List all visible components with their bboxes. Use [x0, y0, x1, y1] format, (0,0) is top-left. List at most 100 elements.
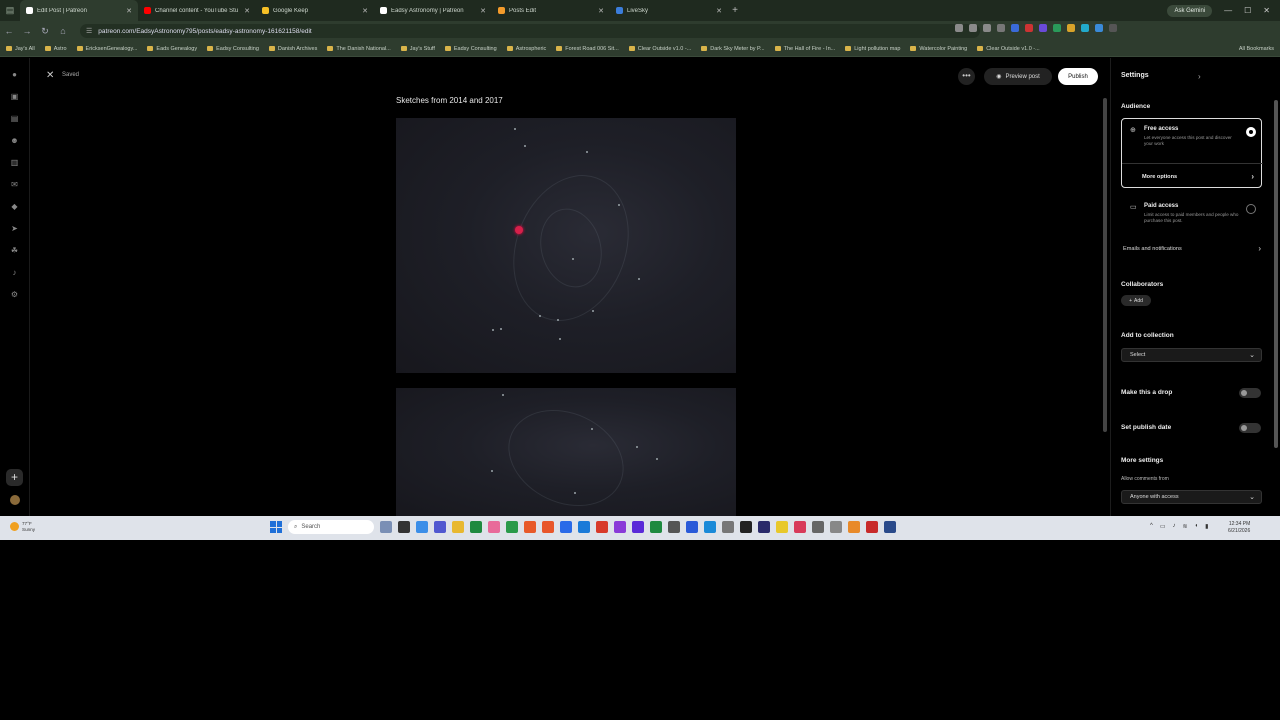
extension-icon[interactable] — [1081, 24, 1089, 32]
copilot-icon[interactable] — [416, 521, 428, 533]
allow-comments-select[interactable]: Anyone with access ⌄ — [1121, 490, 1262, 504]
editor-scrollbar[interactable] — [1102, 92, 1108, 516]
extension-icon[interactable] — [1067, 24, 1075, 32]
back-icon[interactable]: ← — [0, 26, 18, 36]
app-icon[interactable] — [794, 521, 806, 533]
task-view-icon[interactable] — [398, 521, 410, 533]
bookmark-item[interactable]: EricksenGenealogy... — [76, 46, 137, 52]
maximize-icon[interactable]: ☐ — [1244, 6, 1251, 15]
widgets-icon[interactable] — [380, 521, 392, 533]
bookmark-item[interactable]: The Danish National... — [327, 46, 391, 52]
zoom-app-icon[interactable] — [560, 521, 572, 533]
star-icon[interactable] — [983, 24, 991, 32]
bookmark-item[interactable]: Dark Sky Meter by P... — [701, 46, 765, 52]
close-tab-icon[interactable]: ✕ — [362, 7, 368, 15]
app-icon[interactable] — [848, 521, 860, 533]
promotions-icon[interactable]: ➤ — [10, 224, 19, 233]
library-icon[interactable]: ▤ — [10, 114, 19, 123]
bookmark-item[interactable]: Astro — [44, 46, 67, 52]
bookmark-item[interactable]: Forest Road 006 Sit... — [556, 46, 619, 52]
add-collaborator-button[interactable]: + Add — [1121, 295, 1151, 306]
wifi-icon[interactable]: ≋ — [1183, 523, 1188, 530]
reload-icon[interactable]: ↻ — [36, 26, 54, 37]
steam-icon[interactable] — [884, 521, 896, 533]
taskbar-search[interactable]: ⌕ Search — [288, 520, 374, 534]
app-icon[interactable] — [668, 521, 680, 533]
extension-icon[interactable] — [1053, 24, 1061, 32]
patreon-logo-icon[interactable]: ● — [10, 70, 19, 79]
tab-google-keep[interactable]: Google Keep ✕ — [256, 0, 374, 21]
puzzle-icon[interactable] — [1109, 24, 1117, 32]
app-icon[interactable] — [866, 521, 878, 533]
paid-access-radio[interactable] — [1246, 204, 1256, 214]
bookmark-item[interactable]: Eadsy Consulting — [444, 46, 497, 52]
forward-icon[interactable]: → — [18, 26, 36, 36]
app-icon[interactable] — [632, 521, 644, 533]
sketch-image-1[interactable] — [396, 118, 736, 373]
outlook-icon[interactable] — [578, 521, 590, 533]
weather-widget[interactable]: 77°F Sunny — [10, 521, 35, 532]
close-tab-icon[interactable]: ✕ — [480, 7, 486, 15]
volume-icon[interactable]: ◖ — [1195, 523, 1199, 530]
settings-gear-icon[interactable]: ⚙ — [10, 290, 19, 299]
tab-youtube-studio[interactable]: Channel content - YouTube Stu ✕ — [138, 0, 256, 21]
more-actions-button[interactable]: ••• — [958, 68, 975, 85]
scrollbar-thumb[interactable] — [1103, 98, 1107, 432]
paid-access-card[interactable]: ▭ Paid access Limit access to paid membe… — [1121, 195, 1262, 235]
avatar[interactable] — [10, 495, 20, 505]
app-icon[interactable] — [686, 521, 698, 533]
settings-scrollbar[interactable] — [1273, 92, 1279, 516]
app-icon[interactable] — [596, 521, 608, 533]
edge-icon[interactable] — [704, 521, 716, 533]
bookmark-item[interactable]: The Hall of Fire - In... — [774, 46, 835, 52]
file-explorer-icon[interactable] — [452, 521, 464, 533]
windows-start-icon[interactable] — [270, 521, 282, 533]
app-icon[interactable] — [470, 521, 482, 533]
app-icon[interactable] — [740, 521, 752, 533]
close-window-icon[interactable]: ✕ — [1263, 6, 1270, 15]
tab-posts-edit[interactable]: Posts Edit ✕ — [492, 0, 610, 21]
bookmark-item[interactable]: Clear Outside v1.0 -... — [628, 46, 691, 52]
close-tab-icon[interactable]: ✕ — [598, 7, 604, 15]
bookmark-item[interactable]: Danish Archives — [268, 46, 317, 52]
teams-icon[interactable] — [434, 521, 446, 533]
bookmark-item[interactable]: Jay's All — [6, 46, 35, 52]
app-icon[interactable] — [812, 521, 824, 533]
messages-icon[interactable]: ✉ — [10, 180, 19, 189]
mic-icon[interactable]: ♪ — [1173, 523, 1176, 530]
battery-icon[interactable]: ▮ — [1205, 523, 1208, 530]
create-button[interactable]: + — [6, 469, 23, 486]
eye-off-icon[interactable] — [969, 24, 977, 32]
bookmark-item[interactable]: Watercolor Painting — [910, 46, 967, 52]
insights-icon[interactable]: ▥ — [10, 158, 19, 167]
extension-icon[interactable] — [1039, 24, 1047, 32]
url-field[interactable]: ☰ patreon.com/EadsyAstronomy795/posts/ea… — [80, 24, 980, 38]
extension-icon[interactable] — [1011, 24, 1019, 32]
app-icon[interactable] — [722, 521, 734, 533]
bookmark-item[interactable]: Eads Genealogy — [147, 46, 197, 52]
close-editor-icon[interactable]: ✕ — [46, 70, 54, 81]
site-info-icon[interactable]: ☰ — [86, 27, 92, 35]
tab-eadsy-astronomy[interactable]: Eadsy Astronomy | Patreon ✕ — [374, 0, 492, 21]
dashboard-icon[interactable]: ▣ — [10, 92, 19, 101]
minimize-icon[interactable]: — — [1224, 6, 1232, 15]
post-title[interactable]: Sketches from 2014 and 2017 — [396, 96, 503, 105]
make-drop-toggle[interactable] — [1239, 388, 1261, 398]
publish-date-toggle[interactable] — [1239, 423, 1261, 433]
bookmark-item[interactable]: Eadsy Consulting — [207, 46, 259, 52]
tab-edit-post[interactable]: Edit Post | Patreon ✕ — [20, 0, 138, 21]
app-icon[interactable] — [488, 521, 500, 533]
all-bookmarks-button[interactable]: All Bookmarks — [1239, 41, 1274, 57]
ask-gemini-button[interactable]: Ask Gemini — [1167, 4, 1213, 17]
chrome-icon[interactable] — [506, 521, 518, 533]
sketch-image-2[interactable] — [396, 388, 736, 516]
app-icon[interactable] — [776, 521, 788, 533]
extension-icon[interactable] — [1025, 24, 1033, 32]
close-tab-icon[interactable]: ✕ — [126, 7, 132, 15]
close-tab-icon[interactable]: ✕ — [716, 7, 722, 15]
new-tab-button[interactable]: + — [728, 5, 742, 16]
zoom-icon[interactable] — [955, 24, 963, 32]
collection-select[interactable]: Select ⌄ — [1121, 348, 1262, 362]
tab-search-icon[interactable]: ▤ — [0, 0, 20, 21]
app-icon[interactable] — [758, 521, 770, 533]
